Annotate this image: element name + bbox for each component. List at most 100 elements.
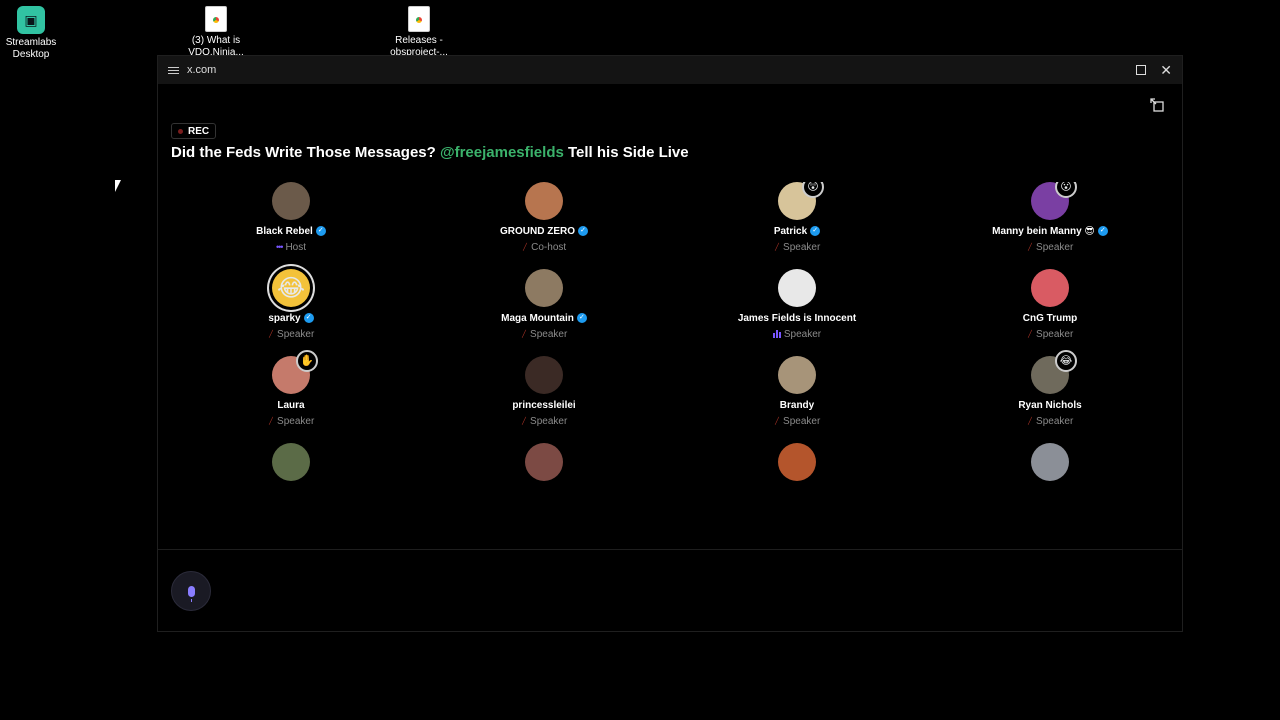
participant-card[interactable] [444,443,644,481]
participant-role: Speaker [783,415,821,427]
desktop-icon-label: Streamlabs [5,37,57,48]
participant-role-row: ⟋ Co-host [444,241,644,253]
avatar[interactable] [1031,269,1069,307]
participant-name-row: Patrick ✓ [697,225,897,237]
verified-badge-icon: ✓ [810,226,821,236]
avatar[interactable] [778,269,816,307]
site-settings-icon[interactable] [168,66,179,75]
participant-role-row: ⟋ Speaker [950,328,1150,340]
verified-badge-icon: ✓ [303,313,314,323]
mic-off-icon: ⟋ [519,414,529,427]
participant-role: Speaker [783,241,821,253]
participant-card[interactable] [950,443,1150,481]
title-suffix: Tell his Side Live [568,144,689,161]
avatar[interactable]: 😮 [1031,182,1077,220]
participant-name: Maga Mountain [501,312,574,324]
participant-name-row: princessleilei [444,399,644,411]
participant-role: Speaker [1036,415,1074,427]
desktop-icon-obs-releases[interactable]: Releases - obsproject-... [381,6,457,59]
participant-role-row: ⟋ Speaker [697,241,897,253]
participant-role-row: ⟋ Speaker [191,328,391,340]
desktop-icon-label: (3) What is [191,35,241,46]
participant-role-row: ⟋ Speaker [444,415,644,427]
participant-name-row: Laura [191,399,391,411]
avatar[interactable] [778,443,816,481]
avatar[interactable]: 😂 [272,269,310,307]
chrome-shortcut-icon [205,6,227,32]
title-mention-link[interactable]: @freejamesfields [440,144,564,161]
avatar[interactable] [525,356,563,394]
microphone-icon [187,585,195,602]
participant-role: Speaker [277,328,315,340]
mouse-cursor-icon [115,180,121,192]
participant-role: Speaker [530,415,568,427]
window-titlebar: x.com ✕ [158,56,1182,84]
participant-card[interactable]: 😲 Patrick ✓ ⟋ Speaker [697,182,897,253]
mic-off-icon: ⟋ [1025,327,1035,340]
chrome-shortcut-icon [408,6,430,32]
participant-name: Black Rebel [256,225,313,237]
avatar[interactable] [525,182,563,220]
participant-card[interactable]: 😂 Ryan Nichols ⟋ Speaker [950,350,1150,427]
speaking-bars-icon [772,330,781,338]
participant-name: princessleilei [512,399,576,411]
participant-name-row: James Fields is Innocent [697,312,897,324]
participant-name: CnG Trump [1022,312,1078,324]
participant-card[interactable]: CnG Trump ⟋ Speaker [950,269,1150,340]
avatar[interactable] [1031,443,1069,481]
participant-card[interactable]: ✋ Laura ⟋ Speaker [191,350,391,427]
participant-card[interactable] [191,443,391,481]
participant-name: GROUND ZERO [500,225,575,237]
mic-off-icon: ⟋ [772,414,782,427]
participant-name-row: Black Rebel ✓ [191,225,391,237]
window-url: x.com [187,64,217,76]
desktop-icon-streamlabs[interactable]: ▣ Streamlabs Desktop [0,6,69,61]
participant-card[interactable]: Black Rebel ✓ ••• Host [191,182,391,253]
avatar[interactable] [525,443,563,481]
participant-card[interactable]: Brandy ⟋ Speaker [697,356,897,427]
participant-role: Speaker [277,415,315,427]
verified-badge-icon: ✓ [578,226,588,236]
mic-off-icon: ⟋ [772,240,782,253]
maximize-icon[interactable] [1136,65,1147,75]
participant-name: sparky [268,312,301,324]
participant-role: Host [285,241,306,253]
mic-off-icon: ⟋ [266,327,276,340]
divider [158,549,1182,550]
microphone-button[interactable] [171,571,211,611]
participant-name: James Fields is Innocent [737,312,857,324]
avatar[interactable] [272,182,310,220]
verified-badge-icon: ✓ [315,226,326,236]
mic-off-icon: ⟋ [266,414,276,427]
participant-role-row: ⟋ Speaker [444,328,644,340]
participant-role: Speaker [783,328,822,340]
participant-name-row: Ryan Nichols [950,399,1150,411]
participant-name-row: sparky ✓ [191,312,391,324]
participant-card[interactable]: 😂 sparky ✓ ⟋ Speaker [191,269,391,340]
desktop-icon-label: Releases - [395,35,443,46]
participant-card[interactable]: princessleilei ⟋ Speaker [444,356,644,427]
participant-card[interactable] [697,443,897,481]
avatar[interactable] [778,356,816,394]
avatar[interactable]: 😲 [778,182,824,220]
avatar[interactable]: ✋ [272,350,318,394]
desktop-icon-vdo-ninja[interactable]: (3) What is VDO.Ninja... [178,6,254,59]
avatar[interactable] [525,269,563,307]
close-icon[interactable]: ✕ [1160,63,1172,77]
participant-card[interactable]: 😮 Manny bein Manny 😎 ✓ ⟋ Speaker [950,182,1150,253]
participant-name: Manny bein Manny 😎 [992,225,1095,237]
participant-name: Brandy [779,399,815,411]
participant-card[interactable]: Maga Mountain ✓ ⟋ Speaker [444,269,644,340]
minimize-space-icon[interactable] [1150,98,1164,112]
participant-name: Laura [277,399,305,411]
avatar[interactable] [272,443,310,481]
avatar[interactable]: 😂 [1031,350,1077,394]
verified-badge-icon: ✓ [1097,226,1108,236]
participant-role-row: ⟋ Speaker [697,415,897,427]
participant-card[interactable]: GROUND ZERO ✓ ⟋ Co-host [444,182,644,253]
participant-card[interactable]: James Fields is Innocent Speaker [697,269,897,340]
reaction-emoji-icon: 😮 [1055,182,1077,198]
space-title: Did the Feds Write Those Messages? @free… [171,144,689,161]
verified-badge-icon: ✓ [576,313,587,323]
mic-off-icon: ⟋ [520,240,530,253]
